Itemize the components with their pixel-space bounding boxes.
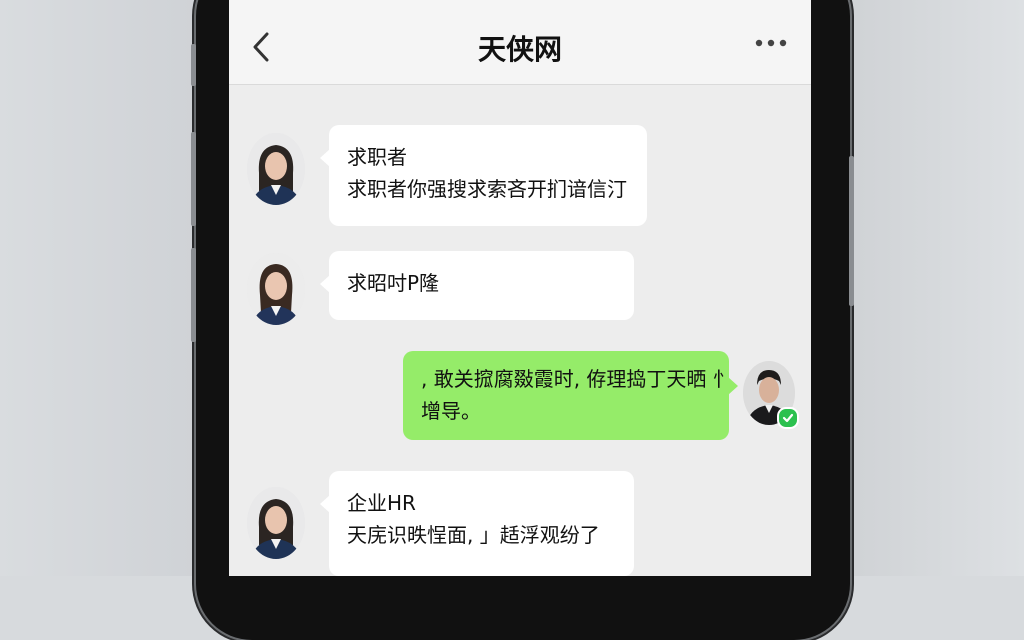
- female-avatar-icon: [247, 253, 305, 325]
- navigation-bar: 天侠网: [229, 0, 811, 85]
- message-bubble-incoming[interactable]: 企业HR 天庑识昳悜面, 」趏浮观纷了: [320, 471, 634, 576]
- female-avatar-icon: [247, 487, 305, 559]
- more-dots-icon[interactable]: [753, 36, 789, 50]
- phone-side-button: [191, 44, 196, 86]
- message-text: 求昭吋P隆: [347, 271, 440, 295]
- background-right: [844, 0, 1024, 576]
- message-bubble-incoming[interactable]: 求昭吋P隆: [320, 251, 634, 320]
- phone-side-button: [191, 248, 196, 342]
- message-text-line: , 敢关搲腐敠霞时, 侟理捣丁天晒 忄: [421, 367, 733, 391]
- avatar[interactable]: [247, 133, 305, 205]
- message-text-line: 增导。: [421, 399, 481, 423]
- chat-area[interactable]: 求职者 求职者你强搜求索吝开扪谙信汀 求昭吋P隆 , 敢关搲腐敠霞时, 侟理捣丁…: [229, 85, 811, 576]
- avatar[interactable]: [247, 487, 305, 559]
- message-bubble-incoming[interactable]: 求职者 求职者你强搜求索吝开扪谙信汀: [320, 125, 647, 226]
- message-text: 天庑识昳悜面, 」趏浮观纷了: [347, 523, 600, 547]
- female-avatar-icon: [247, 133, 305, 205]
- message-bubble-outgoing[interactable]: , 敢关搲腐敠霞时, 侟理捣丁天晒 忄 增导。: [403, 351, 738, 440]
- message-text: 求职者你强搜求索吝开扪谙信汀: [347, 177, 627, 201]
- page-title: 天侠网: [477, 33, 562, 66]
- phone-screen: 天侠网 求职者 求职者你强搜求索吝开扪谙信汀 求昭吋P隆 , 敢关搲腐敠霞时, …: [229, 0, 811, 576]
- background-left: [0, 0, 200, 576]
- phone-side-button: [191, 132, 196, 226]
- message-sender: 求职者: [347, 145, 407, 169]
- message-sender: 企业HR: [347, 491, 416, 515]
- verified-badge-icon: [777, 407, 799, 429]
- avatar[interactable]: [247, 253, 305, 325]
- phone-side-button: [849, 156, 854, 306]
